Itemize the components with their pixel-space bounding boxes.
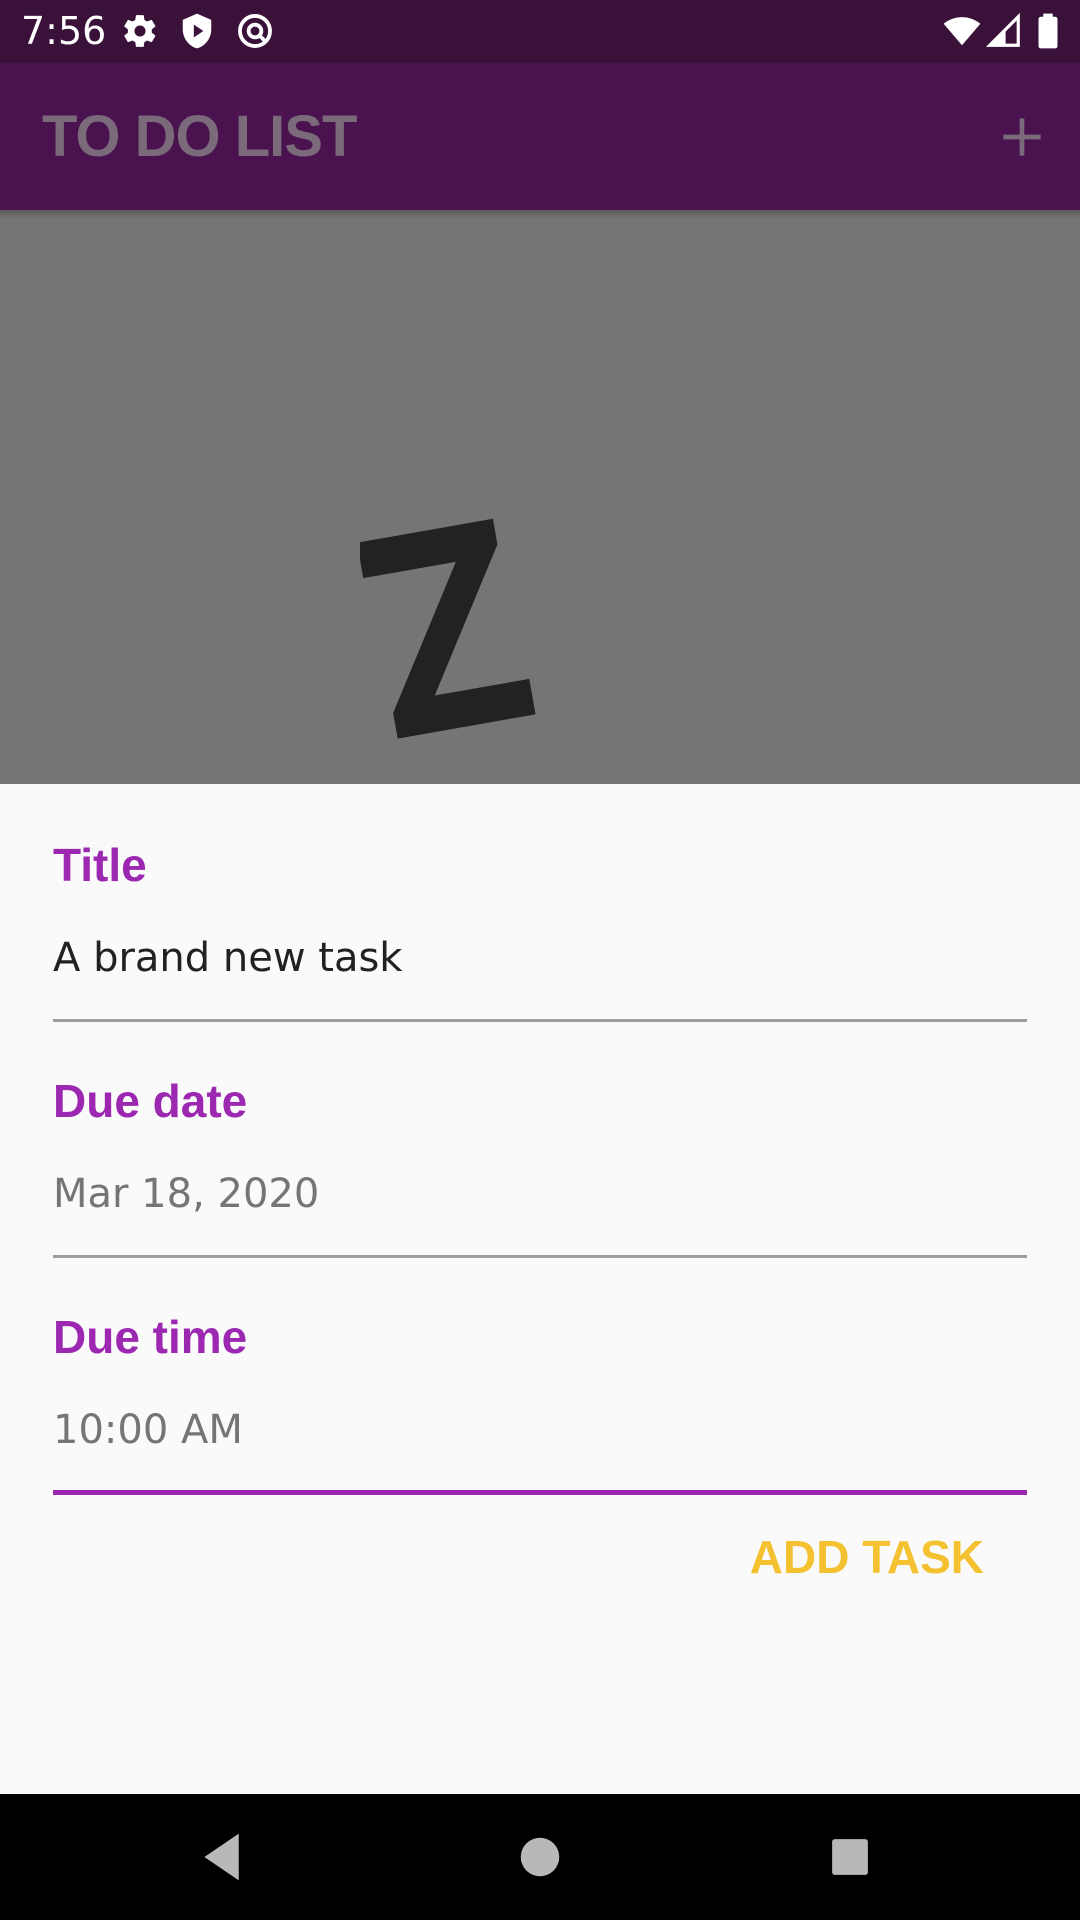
due-time-label: Due time [53, 1311, 248, 1363]
recents-icon[interactable] [817, 1824, 883, 1890]
wifi-icon [943, 17, 981, 46]
navigation-bar [0, 1794, 1080, 1920]
due-time-underline [53, 1490, 1027, 1495]
add-icon[interactable] [994, 109, 1050, 165]
signal-icon [985, 12, 1020, 47]
app-bar: TO DO LIST [0, 63, 1080, 210]
home-icon[interactable] [507, 1824, 573, 1890]
due-date-field[interactable]: Mar 18, 2020 [53, 1170, 319, 1218]
app-title: TO DO LIST [42, 104, 357, 169]
title-input-underline [53, 1019, 1027, 1022]
status-bar: 7:56 [0, 0, 1080, 63]
at-sign-icon [238, 14, 272, 48]
settings-icon [124, 15, 156, 47]
battery-icon [1038, 13, 1058, 49]
add-task-button[interactable]: ADD TASK [750, 1530, 984, 1584]
status-time: 7:56 [21, 9, 107, 53]
due-date-label: Due date [53, 1075, 248, 1127]
title-label: Title [53, 839, 147, 891]
due-date-underline [53, 1255, 1027, 1258]
shield-play-icon [182, 13, 212, 49]
due-time-field[interactable]: 10:00 AM [53, 1406, 243, 1454]
back-icon[interactable] [192, 1824, 258, 1890]
title-input[interactable]: A brand new task [53, 934, 402, 982]
sleep-z-icon [360, 518, 536, 739]
app-bar-shadow [0, 210, 1080, 218]
